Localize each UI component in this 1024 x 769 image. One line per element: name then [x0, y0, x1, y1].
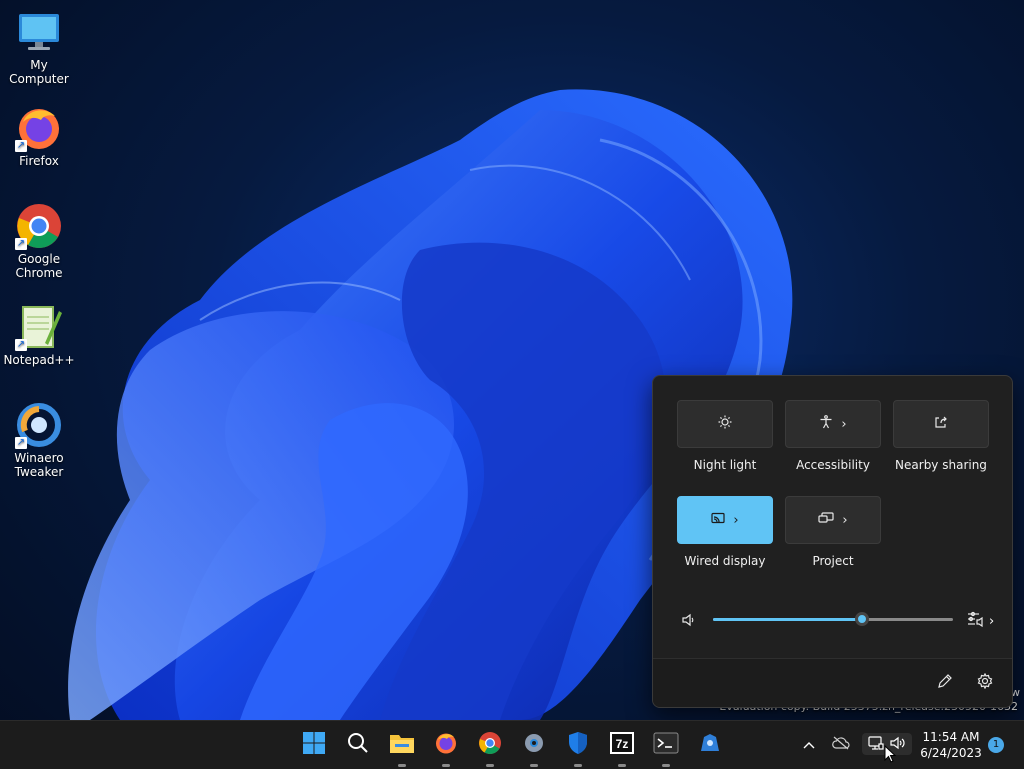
taskbar-app-file-explorer[interactable]	[386, 729, 418, 767]
pencil-icon	[937, 673, 953, 693]
notepadpp-icon: ↗	[15, 303, 63, 351]
chrome-icon	[478, 731, 502, 759]
start-icon	[302, 731, 326, 759]
show-hidden-icons-button[interactable]	[798, 733, 820, 755]
desktop-icon-winaero-tweaker[interactable]: ↗ Winaero Tweaker	[0, 401, 78, 479]
tile-label: Accessibility	[796, 458, 870, 472]
shortcut-arrow-icon: ↗	[15, 140, 27, 152]
running-indicator	[574, 764, 582, 767]
settings-app-icon	[522, 731, 546, 759]
taskbar-app-chrome[interactable]	[474, 729, 506, 767]
desktop-icon-my-computer[interactable]: My Computer	[0, 8, 78, 86]
night-light-button[interactable]	[677, 400, 773, 448]
svg-text:7z: 7z	[616, 737, 629, 751]
desktop-icon-label: Google Chrome	[15, 252, 63, 280]
volume-row: ›	[677, 608, 997, 632]
desktop-icon-label: Notepad++	[3, 353, 75, 367]
notification-badge[interactable]: 1	[988, 737, 1004, 753]
running-indicator	[530, 764, 538, 767]
start-button[interactable]	[298, 729, 330, 761]
tile-wired-display: › Wired display	[677, 496, 773, 568]
accessibility-icon	[819, 415, 833, 433]
tile-label: Project	[812, 554, 854, 568]
shortcut-arrow-icon: ↗	[15, 437, 27, 449]
chevron-right-icon: ›	[841, 416, 847, 432]
tile-label: Wired display	[684, 554, 766, 568]
tile-project: › Project	[785, 496, 881, 568]
desktop-icon-google-chrome[interactable]: ↗ Google Chrome	[0, 202, 78, 280]
tile-accessibility: › Accessibility	[785, 400, 881, 472]
running-indicator	[618, 764, 626, 767]
cast-icon	[711, 511, 725, 529]
monitor-icon	[15, 8, 63, 56]
winaero-tweaker-icon	[698, 731, 722, 759]
taskbar: 7z 11:54 AM 6/24/2023 1	[0, 720, 1024, 769]
7zip-icon: 7z	[610, 732, 634, 758]
volume-slider-fill	[713, 618, 862, 621]
network-icon	[868, 735, 884, 754]
taskbar-app-terminal[interactable]	[650, 729, 682, 767]
desktop-icon-firefox[interactable]: ↗ Firefox	[0, 104, 78, 168]
running-indicator	[486, 764, 494, 767]
shortcut-arrow-icon: ↗	[15, 238, 27, 250]
tile-night-light: Night light	[677, 400, 773, 472]
firefox-icon	[434, 731, 458, 759]
clock-button[interactable]: 11:54 AM 6/24/2023	[914, 729, 988, 761]
edit-quick-settings-button[interactable]	[933, 671, 957, 695]
mouse-cursor-icon	[884, 744, 897, 767]
desktop-icon-label: My Computer	[9, 58, 69, 86]
wired-display-button[interactable]: ›	[677, 496, 773, 544]
tray-cloud-button[interactable]	[830, 733, 852, 755]
desktop-icon-notepadpp[interactable]: ↗ Notepad++	[0, 303, 78, 367]
search-icon	[347, 732, 369, 758]
night-light-icon	[718, 415, 732, 433]
taskbar-app-firefox[interactable]	[430, 729, 462, 767]
file-explorer-icon	[389, 732, 415, 758]
quick-settings-flyout: Night light › Accessibility Nearby shari…	[652, 375, 1013, 708]
taskbar-app-7zip[interactable]: 7z	[606, 729, 638, 767]
nearby-sharing-button[interactable]	[893, 400, 989, 448]
clock-date: 6/24/2023	[920, 746, 982, 760]
terminal-icon	[653, 732, 679, 758]
project-icon	[818, 511, 834, 529]
volume-slider[interactable]	[713, 612, 953, 626]
speaker-icon[interactable]	[681, 612, 697, 632]
running-indicator	[398, 764, 406, 767]
running-indicator	[442, 764, 450, 767]
tile-nearby-sharing: Nearby sharing	[893, 400, 989, 472]
taskbar-app-winaero-tweaker[interactable]	[694, 729, 726, 761]
tile-label: Nearby sharing	[895, 458, 987, 472]
firefox-icon: ↗	[15, 104, 63, 152]
quick-settings-footer	[653, 658, 1012, 707]
taskbar-app-windows-security[interactable]	[562, 729, 594, 767]
desktop-icon-label: Winaero Tweaker	[14, 451, 64, 479]
desktop-icon-label: Firefox	[19, 154, 59, 168]
chevron-up-icon	[802, 735, 816, 754]
chevron-right-icon: ›	[989, 613, 995, 629]
audio-mixer-icon	[967, 610, 985, 632]
running-indicator	[662, 764, 670, 767]
volume-slider-thumb[interactable]	[854, 612, 869, 626]
search-button[interactable]	[342, 729, 374, 761]
winaero-tweaker-icon: ↗	[15, 401, 63, 449]
chevron-right-icon: ›	[733, 512, 739, 528]
chevron-right-icon: ›	[842, 512, 848, 528]
clock-time: 11:54 AM	[922, 730, 980, 744]
chrome-icon: ↗	[15, 202, 63, 250]
gear-icon	[977, 672, 993, 693]
windows-security-icon	[566, 731, 590, 759]
tile-label: Night light	[693, 458, 757, 472]
shortcut-arrow-icon: ↗	[15, 339, 27, 351]
project-button[interactable]: ›	[785, 496, 881, 544]
settings-button[interactable]	[973, 671, 997, 695]
taskbar-app-settings[interactable]	[518, 729, 550, 767]
accessibility-button[interactable]: ›	[785, 400, 881, 448]
share-icon	[934, 415, 948, 433]
cloud-icon	[832, 735, 850, 754]
audio-mixer-button[interactable]: ›	[967, 610, 994, 632]
